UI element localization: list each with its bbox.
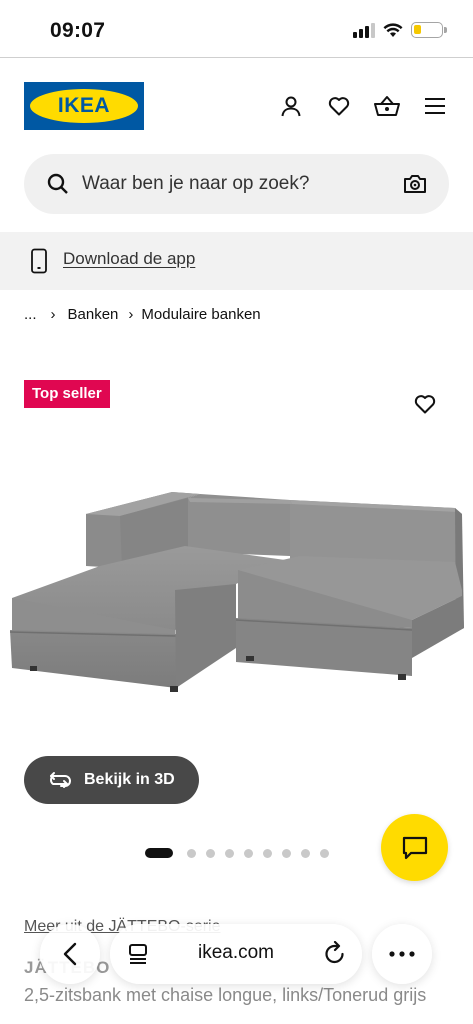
status-time: 09:07	[50, 19, 106, 42]
image-carousel-dots[interactable]	[145, 848, 329, 858]
product-image-sofa[interactable]	[0, 470, 473, 710]
carousel-dot[interactable]	[263, 848, 272, 858]
browser-address-bar[interactable]: ikea.com	[110, 924, 362, 984]
site-header: IKEA	[0, 58, 473, 152]
reload-icon[interactable]	[324, 941, 346, 965]
download-app-link[interactable]: Download de app	[63, 249, 195, 269]
view-in-3d-label: Bekijk in 3D	[84, 771, 175, 788]
search-icon	[47, 173, 68, 194]
header-icons	[277, 92, 449, 120]
basket-icon[interactable]	[373, 92, 401, 120]
app-download-banner: Download de app	[0, 232, 473, 290]
breadcrumb: ... › Banken › Modulaire banken	[24, 306, 261, 323]
carousel-dot[interactable]	[225, 848, 234, 858]
view-in-3d-button[interactable]: Bekijk in 3D	[24, 756, 199, 804]
status-icons	[353, 22, 447, 38]
wifi-icon	[383, 23, 403, 37]
carousel-dot[interactable]	[206, 848, 215, 858]
rotate-3d-icon	[50, 772, 71, 788]
search-bar[interactable]	[24, 154, 449, 214]
chevron-right-icon: ›	[50, 306, 56, 323]
account-icon[interactable]	[277, 92, 305, 120]
top-seller-badge: Top seller	[24, 380, 110, 408]
carousel-dot[interactable]	[301, 848, 310, 858]
ikea-logo[interactable]: IKEA	[24, 82, 144, 130]
battery-icon	[411, 22, 447, 38]
cellular-signal-icon	[353, 22, 375, 38]
chat-icon	[402, 836, 427, 859]
carousel-dot[interactable]	[320, 848, 329, 858]
browser-back-button[interactable]	[40, 924, 100, 984]
breadcrumb-item-banken[interactable]: Banken	[68, 306, 119, 323]
carousel-dot[interactable]	[187, 848, 196, 858]
logo-text: IKEA	[57, 94, 111, 117]
phone-icon	[31, 248, 47, 274]
chat-button[interactable]	[381, 814, 448, 881]
breadcrumb-item-modulaire-banken[interactable]: Modulaire banken	[141, 306, 260, 323]
more-options-icon	[389, 951, 415, 957]
menu-icon[interactable]	[421, 92, 449, 120]
product-description: 2,5-zitsbank met chaise longue, links/To…	[24, 985, 427, 1005]
search-input[interactable]	[82, 154, 382, 214]
heart-icon[interactable]	[325, 92, 353, 120]
status-bar: 09:07	[0, 0, 473, 58]
camera-icon[interactable]	[403, 173, 427, 195]
favourite-heart-icon[interactable]	[412, 392, 438, 416]
breadcrumb-ellipsis[interactable]: ...	[24, 306, 37, 323]
browser-more-button[interactable]	[372, 924, 432, 984]
chevron-right-icon: ›	[128, 306, 134, 323]
carousel-dot-active[interactable]	[145, 848, 173, 858]
carousel-dot[interactable]	[244, 848, 253, 858]
carousel-dot[interactable]	[282, 848, 291, 858]
chevron-left-icon	[63, 942, 77, 966]
